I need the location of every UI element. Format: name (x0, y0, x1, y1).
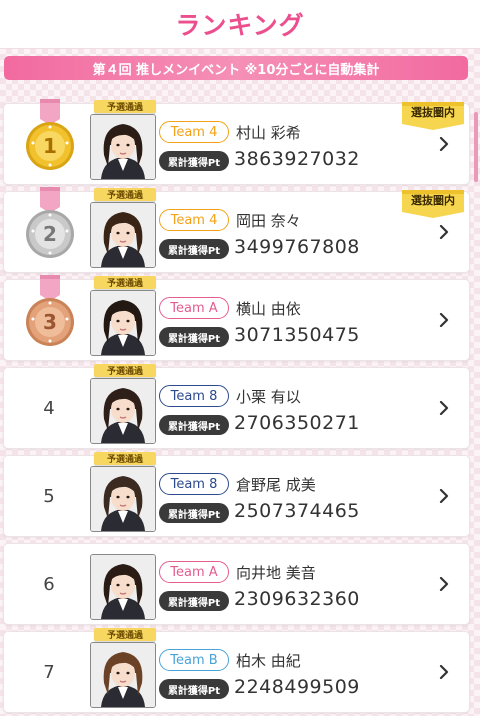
ranking-row[interactable]: 1 予選通過 Team 4 村山 彩希 累計獲得Pt 3863927032 選抜… (3, 99, 470, 185)
scrollbar[interactable] (474, 112, 478, 182)
senbatsu-badge: 選抜圏内 (402, 190, 464, 218)
team-badge: Team 4 (159, 121, 229, 143)
member-name: 柏木 由紀 (236, 652, 301, 670)
gold-medal-icon: 1 (26, 99, 74, 170)
member-photo[interactable] (90, 642, 156, 708)
bronze-medal-icon: 3 (26, 275, 74, 346)
ranking-row[interactable]: 2 予選通過 Team 4 岡田 奈々 累計獲得Pt 3499767808 選抜… (3, 187, 470, 273)
member-photo[interactable] (90, 466, 156, 532)
ranking-row[interactable]: 7 予選通過 Team B 柏木 由紀 累計獲得Pt 2248499509 (3, 628, 470, 713)
member-photo[interactable] (90, 202, 156, 268)
medal-rank-number: 3 (43, 310, 57, 334)
member-name: 横山 由依 (236, 300, 301, 318)
member-name: 小栗 有以 (236, 388, 301, 406)
silver-medal-icon: 2 (26, 187, 74, 258)
member-photo[interactable] (90, 378, 156, 444)
points-label: 累計獲得Pt (159, 239, 229, 259)
qualified-badge: 予選通過 (94, 452, 156, 465)
ranking-row[interactable]: 4 予選通過 Team 8 小栗 有以 累計獲得Pt 2706350271 (3, 364, 470, 449)
points-value: 3863927032 (234, 148, 360, 170)
senbatsu-label: 選抜圏内 (411, 194, 455, 207)
medal-rank-number: 1 (43, 134, 57, 158)
qualified-badge: 予選通過 (94, 100, 156, 113)
rank-number: 6 (43, 573, 55, 595)
chevron-right-icon[interactable] (434, 662, 454, 682)
rank-number: 4 (43, 397, 55, 419)
rank-number: 5 (43, 485, 55, 507)
senbatsu-badge: 選抜圏内 (402, 102, 464, 130)
team-badge: Team A (159, 561, 229, 583)
points-label: 累計獲得Pt (159, 679, 229, 699)
chevron-right-icon[interactable] (434, 310, 454, 330)
chevron-right-icon[interactable] (434, 574, 454, 594)
member-name: 倉野尾 成美 (236, 476, 316, 494)
qualified-badge: 予選通過 (94, 628, 156, 641)
points-value: 2248499509 (234, 676, 360, 698)
points-label: 累計獲得Pt (159, 415, 229, 435)
points-label: 累計獲得Pt (159, 591, 229, 611)
chevron-right-icon[interactable] (434, 222, 454, 242)
points-value: 2507374465 (234, 500, 360, 522)
points-value: 3071350475 (234, 324, 360, 346)
member-photo[interactable] (90, 290, 156, 356)
points-label: 累計獲得Pt (159, 503, 229, 523)
member-name: 岡田 奈々 (236, 212, 301, 230)
points-value: 2706350271 (234, 412, 360, 434)
senbatsu-label: 選抜圏内 (411, 106, 455, 119)
ranking-row[interactable]: 5 予選通過 Team 8 倉野尾 成美 累計獲得Pt 2507374465 (3, 452, 470, 537)
member-photo[interactable] (90, 114, 156, 180)
chevron-right-icon[interactable] (434, 486, 454, 506)
team-badge: Team 8 (159, 473, 229, 495)
member-name: 村山 彩希 (236, 124, 301, 142)
event-banner: 第４回 推しメンイベント ※10分ごとに自動集計 (4, 56, 468, 80)
team-badge: Team 8 (159, 385, 229, 407)
qualified-badge: 予選通過 (94, 188, 156, 201)
header: ランキング (0, 0, 480, 49)
team-badge: Team 4 (159, 209, 229, 231)
points-value: 2309632360 (234, 588, 360, 610)
points-label: 累計獲得Pt (159, 327, 229, 347)
points-label: 累計獲得Pt (159, 151, 229, 171)
ranking-row[interactable]: 3 予選通過 Team A 横山 由依 累計獲得Pt 3071350475 (3, 275, 470, 361)
page-title: ランキング (175, 11, 305, 40)
rank-number: 7 (43, 661, 55, 683)
qualified-badge: 予選通過 (94, 364, 156, 377)
chevron-right-icon[interactable] (434, 134, 454, 154)
member-photo[interactable] (90, 554, 156, 620)
ranking-row[interactable]: 6 Team A 向井地 美音 累計獲得Pt 2309632360 (3, 543, 470, 625)
chevron-right-icon[interactable] (434, 398, 454, 418)
team-badge: Team A (159, 297, 229, 319)
points-value: 3499767808 (234, 236, 360, 258)
medal-rank-number: 2 (43, 222, 57, 246)
qualified-badge: 予選通過 (94, 276, 156, 289)
team-badge: Team B (159, 649, 229, 671)
member-name: 向井地 美音 (236, 564, 316, 582)
